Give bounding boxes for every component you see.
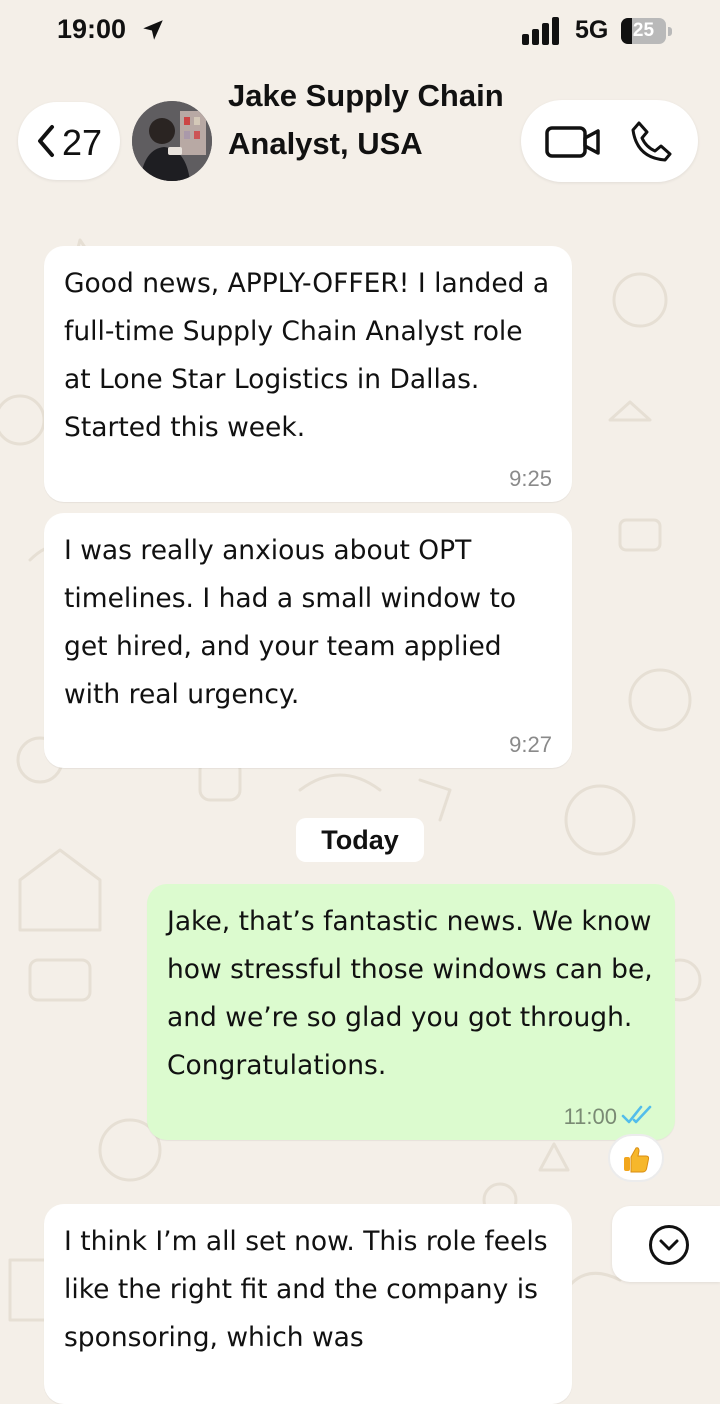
double-check-icon: [621, 1105, 652, 1124]
video-camera-icon[interactable]: [545, 125, 601, 159]
message-bubble-incoming[interactable]: Good news, APPLY-OFFER! I landed a full-…: [44, 246, 572, 502]
thumbs-up-icon: [624, 1147, 650, 1173]
battery-icon: 25: [621, 18, 673, 44]
message-text: Jake, that’s fantastic news. We know how…: [167, 906, 653, 1081]
unread-count: 27: [62, 122, 103, 163]
message-time: 9:25: [509, 466, 552, 491]
message-time: 9:27: [509, 732, 552, 757]
status-bar: 19:00 5G 25: [0, 0, 720, 64]
scroll-to-bottom-button[interactable]: [612, 1206, 720, 1282]
contact-name[interactable]: Jake Supply Chain Analyst, USA: [228, 72, 508, 168]
back-button[interactable]: 27: [18, 102, 120, 180]
message-bubble-incoming[interactable]: I was really anxious about OPT timelines…: [44, 513, 572, 768]
signal-bars-icon: [522, 17, 559, 45]
message-bubble-incoming[interactable]: I think I’m all set now. This role feels…: [44, 1204, 572, 1404]
avatar[interactable]: [132, 101, 212, 181]
call-actions: [521, 100, 698, 182]
message-text: Good news, APPLY-OFFER! I landed a full-…: [64, 268, 550, 443]
message-text: I think I’m all set now. This role feels…: [64, 1226, 548, 1353]
message-bubble-outgoing[interactable]: Jake, that’s fantastic news. We know how…: [147, 884, 675, 1140]
battery-level: 25: [632, 20, 655, 41]
phone-icon[interactable]: [629, 120, 675, 164]
location-arrow-icon: [143, 20, 163, 40]
date-divider: Today: [296, 818, 424, 862]
reaction-badge[interactable]: [608, 1134, 664, 1182]
status-time: 19:00: [57, 14, 127, 44]
chevron-left-icon: [38, 125, 54, 157]
network-type: 5G: [575, 16, 609, 44]
message-time: 11:00: [563, 1104, 617, 1129]
chevron-down-circle-icon: [649, 1225, 689, 1265]
message-text: I was really anxious about OPT timelines…: [64, 535, 517, 710]
